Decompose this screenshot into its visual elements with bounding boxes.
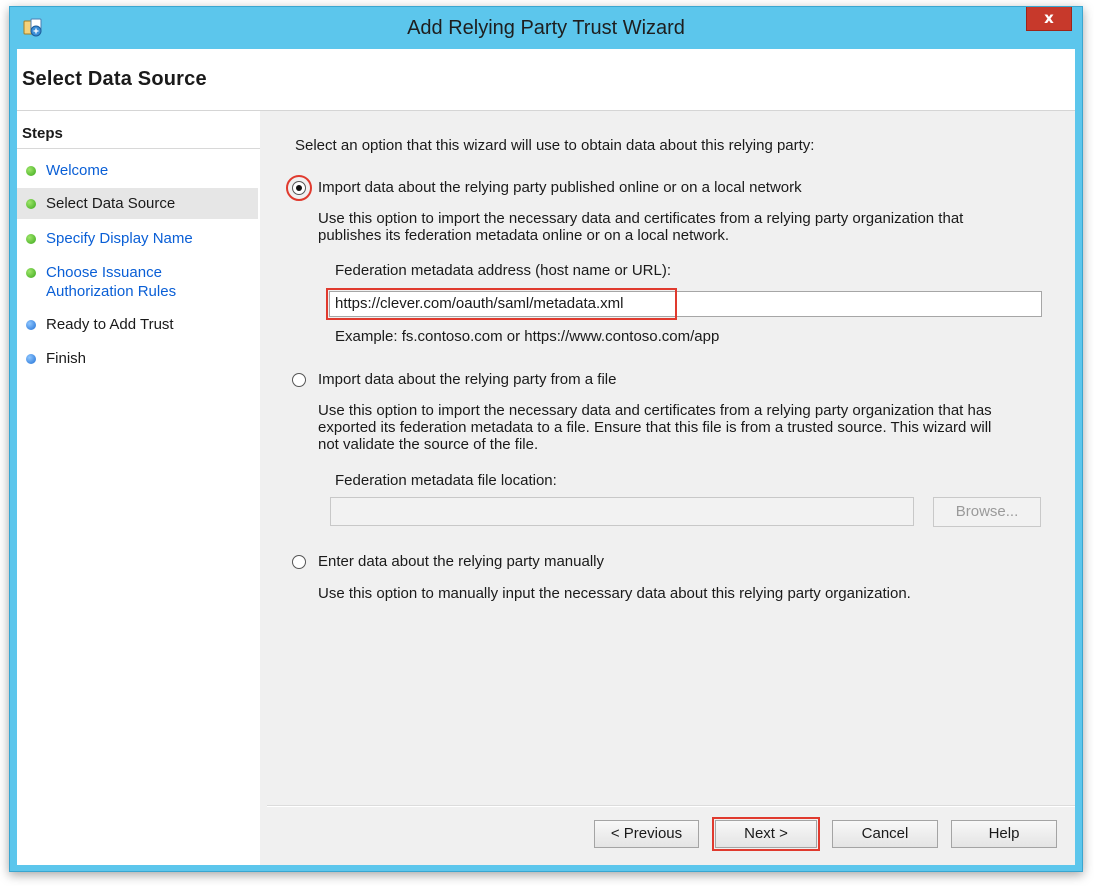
step-label-multiline: Choose Issuance Authorization Rules bbox=[46, 263, 176, 301]
page-title: Select Data Source bbox=[22, 68, 207, 90]
step-label: Finish bbox=[46, 350, 87, 367]
metadata-address-label: Federation metadata address (host name o… bbox=[335, 262, 671, 279]
option-import-online-desc-line2: publishes its federation metadata online… bbox=[318, 227, 730, 244]
metadata-file-label: Federation metadata file location: bbox=[335, 472, 557, 489]
step-label: Specify Display Name bbox=[46, 230, 193, 247]
wizard-body: Steps Welcome Select Data Source Specify… bbox=[17, 111, 1075, 865]
step-complete-icon bbox=[26, 234, 36, 244]
highlight-ring bbox=[286, 175, 312, 201]
relying-party-wizard-icon bbox=[23, 18, 42, 37]
step-complete-icon bbox=[26, 166, 36, 176]
option-import-online-desc-line1: Use this option to import the necessary … bbox=[318, 210, 964, 227]
previous-button[interactable]: < Previous bbox=[594, 820, 699, 848]
option-import-file-desc-line3: not validate the source of the file. bbox=[318, 436, 539, 453]
step-complete-icon bbox=[26, 199, 36, 209]
option-enter-manually-desc: Use this option to manually input the ne… bbox=[318, 585, 911, 602]
steps-title: Steps bbox=[22, 125, 63, 142]
wizard-window: Add Relying Party Trust Wizard x Select … bbox=[9, 6, 1083, 872]
browse-button[interactable]: Browse... bbox=[933, 497, 1041, 527]
intro-text: Select an option that this wizard will u… bbox=[295, 137, 815, 154]
option-import-file-label[interactable]: Import data about the relying party from… bbox=[318, 371, 616, 389]
radio-import-file[interactable] bbox=[292, 373, 306, 387]
step-label-line1: Choose Issuance bbox=[46, 264, 162, 281]
step-complete-icon bbox=[26, 268, 36, 278]
footer-divider-highlight bbox=[267, 806, 1075, 807]
step-label-line2: Authorization Rules bbox=[46, 283, 177, 300]
option-import-online-label[interactable]: Import data about the relying party publ… bbox=[318, 179, 802, 197]
step-specify-display-name[interactable]: Specify Display Name bbox=[17, 226, 258, 250]
close-icon: x bbox=[1044, 9, 1054, 27]
title-bar[interactable]: Add Relying Party Trust Wizard x bbox=[10, 7, 1082, 49]
step-label: Welcome bbox=[46, 162, 109, 179]
metadata-address-example: Example: fs.contoso.com or https://www.c… bbox=[335, 328, 720, 345]
wizard-client-area: Select Data Source Steps Welcome Select … bbox=[17, 49, 1075, 865]
step-welcome[interactable]: Welcome bbox=[17, 158, 258, 182]
option-enter-manually-label[interactable]: Enter data about the relying party manua… bbox=[318, 553, 604, 571]
step-pending-icon bbox=[26, 320, 36, 330]
step-ready-to-add-trust: Ready to Add Trust bbox=[17, 312, 258, 336]
metadata-file-input[interactable] bbox=[330, 497, 914, 526]
close-button[interactable]: x bbox=[1026, 7, 1072, 31]
step-label: Ready to Add Trust bbox=[46, 316, 174, 333]
metadata-address-input[interactable]: https://clever.com/oauth/saml/metadata.x… bbox=[329, 291, 1042, 317]
step-pending-icon bbox=[26, 354, 36, 364]
steps-divider bbox=[17, 148, 260, 149]
step-choose-issuance-authorization-rules[interactable]: Choose Issuance Authorization Rules bbox=[17, 261, 258, 301]
step-finish: Finish bbox=[17, 346, 258, 370]
step-label: Select Data Source bbox=[46, 195, 176, 212]
option-import-file-desc-line1: Use this option to import the necessary … bbox=[318, 402, 992, 419]
cancel-button[interactable]: Cancel bbox=[832, 820, 938, 848]
step-select-data-source: Select Data Source bbox=[17, 188, 258, 219]
window-title: Add Relying Party Trust Wizard bbox=[407, 17, 685, 39]
help-button[interactable]: Help bbox=[951, 820, 1057, 848]
page-header: Select Data Source bbox=[17, 49, 1075, 111]
radio-enter-manually[interactable] bbox=[292, 555, 306, 569]
option-import-file-desc-line2: exported its federation metadata to a fi… bbox=[318, 419, 992, 436]
steps-pane: Steps Welcome Select Data Source Specify… bbox=[17, 111, 260, 865]
next-button[interactable]: Next > bbox=[715, 820, 817, 848]
content-pane: Select an option that this wizard will u… bbox=[267, 111, 1075, 865]
